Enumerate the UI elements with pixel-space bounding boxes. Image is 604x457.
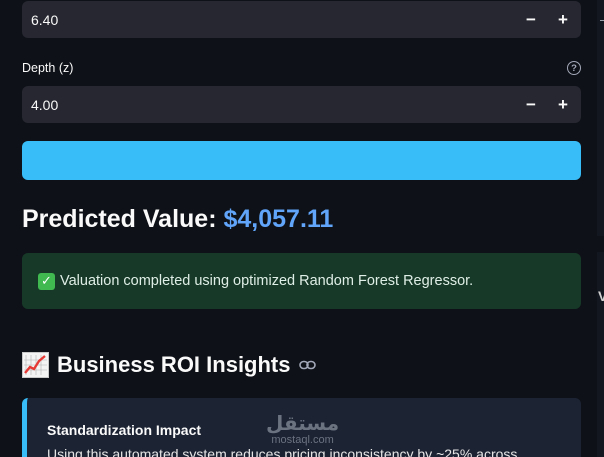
depth-value[interactable]: 4.00	[22, 97, 515, 113]
plus-icon[interactable]: +	[547, 1, 579, 38]
depth-label: Depth (z)	[22, 61, 74, 75]
minus-icon[interactable]: −	[515, 86, 547, 123]
success-message: Valuation completed using optimized Rand…	[60, 273, 474, 289]
depth-number-input: 4.00 − +	[22, 86, 581, 123]
watermark-arabic: مستقل	[266, 411, 340, 435]
minus-icon[interactable]: −	[515, 1, 547, 38]
predict-button[interactable]	[22, 141, 581, 180]
width-number-input: 6.40 − +	[22, 1, 581, 38]
plus-icon[interactable]: +	[547, 86, 579, 123]
section-heading: Business ROI Insights	[22, 352, 316, 378]
right-panel-edge	[597, 0, 604, 236]
help-icon[interactable]: ?	[567, 61, 581, 75]
link-icon[interactable]	[298, 360, 316, 370]
prediction-label: Predicted Value:	[22, 205, 217, 233]
prediction-heading: Predicted Value: $4,057.11	[22, 205, 333, 234]
right-edge-dash	[600, 20, 604, 21]
width-value[interactable]: 6.40	[22, 12, 515, 28]
right-panel-edge-lower	[597, 252, 604, 457]
right-edge-letter: V	[598, 288, 604, 304]
check-icon: ✓	[38, 272, 55, 290]
chart-increasing-icon	[22, 352, 49, 378]
success-alert: ✓ Valuation completed using optimized Ra…	[22, 253, 581, 309]
watermark-latin: mostaql.com	[271, 434, 334, 446]
card-body: Using this automated system reduces pric…	[47, 446, 518, 457]
section-title: Business ROI Insights	[57, 352, 291, 377]
watermark-logo: مستقل mostaql.com	[266, 412, 339, 446]
predicted-amount: $4,057.11	[223, 205, 334, 233]
